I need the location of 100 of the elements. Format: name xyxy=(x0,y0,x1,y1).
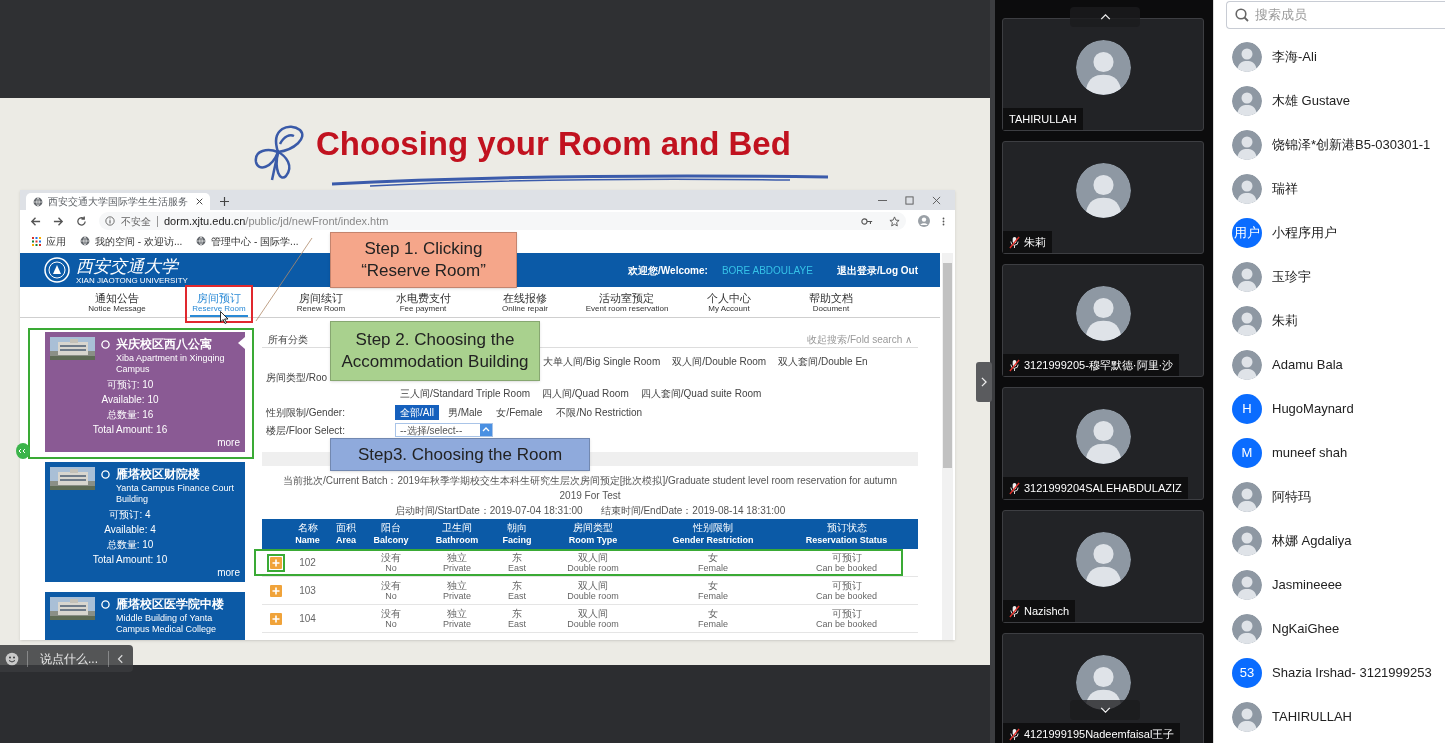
building-card[interactable]: 雁塔校区医学院中楼 Middle Building of Yanta Campus Medical College xyxy=(45,592,245,640)
building-card[interactable]: 兴庆校区西八公寓 Xiba Apartment in Xingqing Campus 可预订: 10 Available: 10 总数量: 16 Total Amount: 16 more xyxy=(45,332,245,452)
callout: Step 2. Choosing the Accommodation Building xyxy=(330,321,540,381)
room-type-option[interactable]: 双人间/Double Room xyxy=(672,354,767,368)
member-name: 瑞祥 xyxy=(1272,180,1298,199)
logout-link[interactable]: 退出登录/Log Out xyxy=(836,262,918,278)
table-cell-text: 没有 No xyxy=(380,579,402,602)
chevron-down-icon xyxy=(1099,707,1111,713)
gender-option[interactable]: 不限/No Restriction xyxy=(551,404,648,420)
chat-input[interactable]: 说点什么... xyxy=(40,649,108,668)
nav-tab[interactable]: 水电费支付 Fee payment xyxy=(393,287,453,317)
avatar-icon xyxy=(1232,526,1262,556)
collapse-button[interactable] xyxy=(976,362,992,402)
participant-name: 朱莉 xyxy=(1024,234,1046,250)
table-cell-text: 没有 No xyxy=(380,551,402,574)
close-icon[interactable] xyxy=(932,196,941,205)
column-header: 朝向 Facing xyxy=(501,521,533,547)
chevron-up-icon xyxy=(1099,14,1111,20)
avatar-icon xyxy=(1075,163,1131,218)
emblem-icon xyxy=(44,257,70,283)
room-type-option[interactable]: 四人间/Quad Room xyxy=(542,386,629,401)
more-link[interactable]: more xyxy=(217,567,240,579)
nav-tab[interactable]: 在线报修 Online repair xyxy=(500,287,550,317)
room-type-option[interactable]: 四人套间/Quad suite Room xyxy=(640,386,762,401)
search-icon xyxy=(1235,8,1249,22)
building-card[interactable]: 雁塔校区财院楼 Yanta Campus Finance Court Building 可预订: 4 Available: 4 总数量: 10 Total Amount: 10 more xyxy=(45,462,245,582)
slide-title: Choosing your Room and Bed xyxy=(316,124,791,164)
table-cell-text: 可预订 Can be booked xyxy=(814,551,879,574)
table-cell-text: 独立 Private xyxy=(442,607,472,630)
member-name: 李海-Ali xyxy=(1272,48,1317,67)
column-header: 性别限制 Gender Restriction xyxy=(671,521,755,547)
member-name: Shazia Irshad- 3121999253 xyxy=(1272,664,1432,683)
room-type-option[interactable]: 三人间/Standard Triple Room xyxy=(400,386,531,401)
table-cell-text: 独立 Private xyxy=(442,579,472,602)
star-icon[interactable] xyxy=(889,215,900,227)
scrollbar-thumb[interactable] xyxy=(943,263,952,468)
batch-text: 当前批次/Current Batch：2019年秋季学期校交生本科生研究生层次房间预定[批次模拟]/Graduate student level room reservation for autumn 2019 For Test xyxy=(282,474,898,503)
availability-label: Available: 10 xyxy=(101,393,159,407)
gender-label: 性别限制/Gender: xyxy=(266,406,345,418)
avatar-icon xyxy=(1232,482,1262,512)
close-icon[interactable] xyxy=(196,198,203,205)
avatar-initials: 用户 xyxy=(1232,218,1262,248)
chevron-left-icon[interactable] xyxy=(117,653,123,664)
handle-icon[interactable] xyxy=(16,443,30,459)
logo-text: 西安交通大学 xyxy=(76,255,180,276)
member-name: NgKaiGhee xyxy=(1272,620,1340,639)
gender-option[interactable]: 男/Male xyxy=(442,404,488,420)
logo-subtitle: XIAN JIAOTONG UNIVERSITY xyxy=(76,275,188,285)
globe-icon xyxy=(80,236,90,246)
table-cell-text: 可预订 Can be booked xyxy=(814,607,879,630)
radio-icon[interactable] xyxy=(101,340,110,349)
building-name: 雁塔校区财院楼 xyxy=(116,467,201,482)
nav-tab[interactable]: 通知公告 Notice Message xyxy=(86,287,148,317)
table-cell-text: 没有 No xyxy=(380,607,402,630)
bookmark[interactable]: 我的空间 - 欢迎访... xyxy=(80,233,183,249)
chat-field[interactable]: 说点什么... xyxy=(0,645,133,672)
nav-tab[interactable]: 个人中心 My Account xyxy=(705,287,753,317)
avatar-icon xyxy=(1232,130,1262,160)
bookmark[interactable]: 管理中心 - 国际学... xyxy=(196,233,299,249)
search-input[interactable]: 搜索成员 xyxy=(1255,5,1445,25)
key-icon[interactable] xyxy=(861,216,873,226)
avatar-icon xyxy=(1232,350,1262,380)
gender-option[interactable]: 女/Female xyxy=(491,404,548,420)
nav-tab[interactable]: 活动室预定 Event room reservation xyxy=(583,287,671,317)
radio-icon[interactable] xyxy=(101,470,110,479)
room-type-option[interactable]: 双人套间/Double En xyxy=(778,354,868,368)
dropdown-icon[interactable] xyxy=(480,424,492,436)
gender-option[interactable]: 全部/All xyxy=(395,404,439,420)
menu-icon[interactable] xyxy=(942,215,945,227)
member-name: 饶锦泽*创新港B5-030301-1 xyxy=(1272,136,1431,155)
maximize-icon[interactable] xyxy=(905,196,914,205)
radio-icon[interactable] xyxy=(101,600,110,609)
smile-icon[interactable] xyxy=(5,651,19,666)
table-cell-text: 双人间 Double room xyxy=(566,579,620,602)
nav-tab[interactable]: 房间续订 Renew Room xyxy=(294,287,348,317)
member-name: HugoMaynard xyxy=(1272,400,1354,419)
reload-icon[interactable] xyxy=(76,215,87,227)
more-link[interactable]: more xyxy=(217,437,240,449)
browser-tab[interactable]: 西安交通大学国际学生生活服务 xyxy=(26,193,210,210)
address-bar[interactable]: 不安全 dorm.xjtu.edu.cn/public/jd/newFront/index.htm xyxy=(99,212,906,230)
user-name: BORE ABDOULAYE xyxy=(721,263,813,278)
member-name: 林娜 Agdaliya xyxy=(1272,532,1352,551)
start-date: 启动时间/StartDate：2019-07-04 18:31:00 xyxy=(394,504,583,518)
security-label: 不安全 xyxy=(121,214,151,229)
member-name: 木雄 Gustave xyxy=(1272,92,1351,111)
forward-icon[interactable] xyxy=(53,215,64,227)
column-header: 预订状态 Reservation Status xyxy=(804,521,889,547)
building-name: 兴庆校区西八公寓 xyxy=(116,337,213,352)
floor-select[interactable]: --选择/select-- xyxy=(395,423,493,437)
nav-tab[interactable]: 帮助文档 Document xyxy=(807,287,855,317)
back-icon[interactable] xyxy=(30,215,41,227)
search-field[interactable]: 搜索成员 xyxy=(1226,1,1445,29)
profile-icon[interactable] xyxy=(918,215,930,227)
room-type-option[interactable]: 大单人间/Big Single Room xyxy=(543,354,661,368)
new-tab-icon[interactable] xyxy=(220,197,229,206)
column-header: 卫生间 Bathroom xyxy=(434,521,480,547)
member-name: 阿特玛 xyxy=(1272,488,1311,507)
bookmark[interactable]: 应用 xyxy=(32,233,66,249)
chevron-right-icon xyxy=(981,377,987,387)
avatar-icon xyxy=(1232,42,1262,72)
